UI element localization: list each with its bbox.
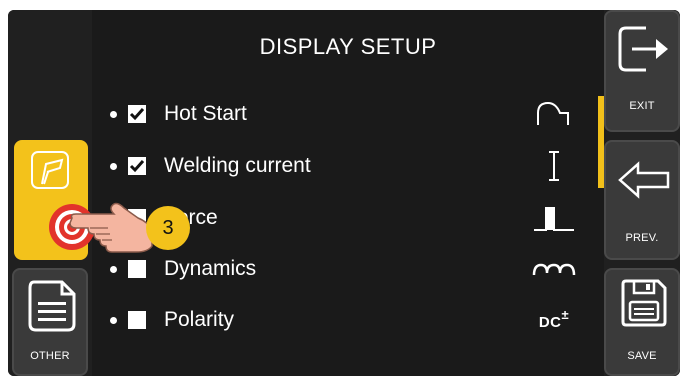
page-title: DISPLAY SETUP — [259, 34, 437, 59]
other-label: OTHER — [30, 350, 70, 362]
row-label: Polarity — [164, 308, 235, 331]
step-badge: 3 — [146, 206, 190, 250]
settings-panel: DISPLAY SETUP Hot Start Welding current — [92, 10, 604, 376]
exit-arrow-icon — [616, 24, 672, 77]
bullet — [110, 162, 117, 170]
floppy-disk-icon — [620, 278, 668, 331]
arc-force-icon — [532, 200, 576, 236]
document-list-icon — [28, 280, 76, 335]
checkbox-dynamics[interactable] — [128, 260, 146, 278]
plus-minus-sign: ± — [561, 307, 570, 322]
current-i-icon — [532, 148, 576, 184]
arrow-left-icon — [616, 160, 672, 203]
list-item-dynamics[interactable]: Dynamics — [92, 249, 592, 289]
dc-text: DC — [538, 314, 562, 331]
exit-label: EXIT — [629, 100, 655, 112]
checkbox-welding-current[interactable] — [128, 157, 146, 175]
bullet — [110, 110, 117, 118]
pointing-hand-icon — [68, 198, 158, 254]
prev-label: PREV. — [625, 232, 659, 244]
row-label: Dynamics — [164, 257, 257, 280]
row-label: Welding current — [164, 154, 311, 177]
flag-gun-icon — [30, 150, 70, 193]
checkbox-polarity[interactable] — [128, 311, 146, 329]
prev-button[interactable]: PREV. — [604, 140, 680, 260]
left-panel: OTHER — [8, 10, 92, 376]
bullet — [110, 316, 117, 324]
inductance-coil-icon — [532, 251, 576, 287]
save-button[interactable]: SAVE — [604, 268, 680, 376]
device-screen: OTHER DISPLAY SETUP Hot Start Welding cu… — [8, 10, 680, 376]
list-item-welding-current[interactable]: Welding current — [92, 146, 592, 186]
list-item-polarity[interactable]: Polarity DC± — [92, 300, 592, 340]
save-label: SAVE — [627, 350, 657, 362]
other-button[interactable]: OTHER — [12, 268, 88, 376]
checkbox-hot-start[interactable] — [128, 105, 146, 123]
right-panel: EXIT PREV. SAVE — [604, 10, 680, 376]
list-item-hot-start[interactable]: Hot Start — [92, 94, 592, 134]
bullet — [110, 265, 117, 273]
exit-button[interactable]: EXIT — [604, 10, 680, 132]
step-number: 3 — [162, 216, 174, 239]
row-label: Hot Start — [164, 102, 247, 125]
dc-polarity-icon: DC± — [532, 302, 576, 338]
hot-start-curve-icon — [532, 96, 576, 132]
